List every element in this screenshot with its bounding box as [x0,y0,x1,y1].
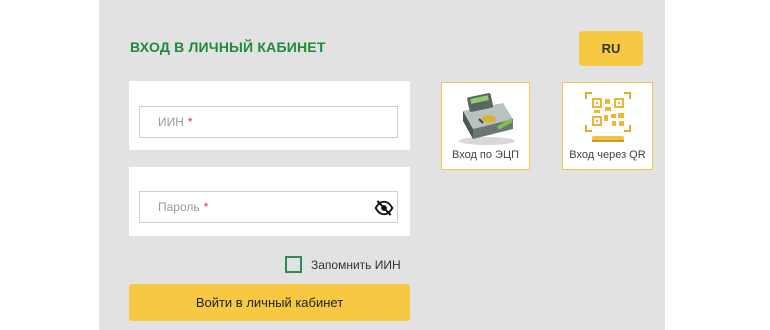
language-button[interactable]: RU [579,31,643,66]
iin-placeholder: ИИН [158,115,184,129]
ecp-card-reader-icon [458,93,515,145]
qr-login-label: Вход через QR [569,149,646,161]
page-title: ВХОД В ЛИЧНЫЙ КАБИНЕТ [130,39,326,55]
password-field-card: Пароль * [129,167,410,236]
password-placeholder: Пароль [158,200,200,214]
remember-iin-checkbox[interactable] [285,256,302,273]
remember-iin-label: Запомнить ИИН [311,257,401,272]
qr-code-icon [584,92,631,142]
eye-slash-icon[interactable] [374,198,394,218]
iin-required-mark: * [187,115,193,129]
login-page: ВХОД В ЛИЧНЫЙ КАБИНЕТ RU ИИН * Пароль * … [0,0,770,330]
login-button[interactable]: Войти в личный кабинет [129,284,410,321]
iin-field-card: ИИН * [129,81,410,150]
remember-iin-option[interactable]: Запомнить ИИН [285,256,401,273]
ecp-login-card[interactable]: Вход по ЭЦП [441,82,530,170]
ecp-login-label: Вход по ЭЦП [451,149,520,161]
password-required-mark: * [203,200,209,214]
qr-login-card[interactable]: Вход через QR [562,82,653,170]
iin-input[interactable]: ИИН * [139,106,398,138]
password-input[interactable]: Пароль * [139,191,398,223]
